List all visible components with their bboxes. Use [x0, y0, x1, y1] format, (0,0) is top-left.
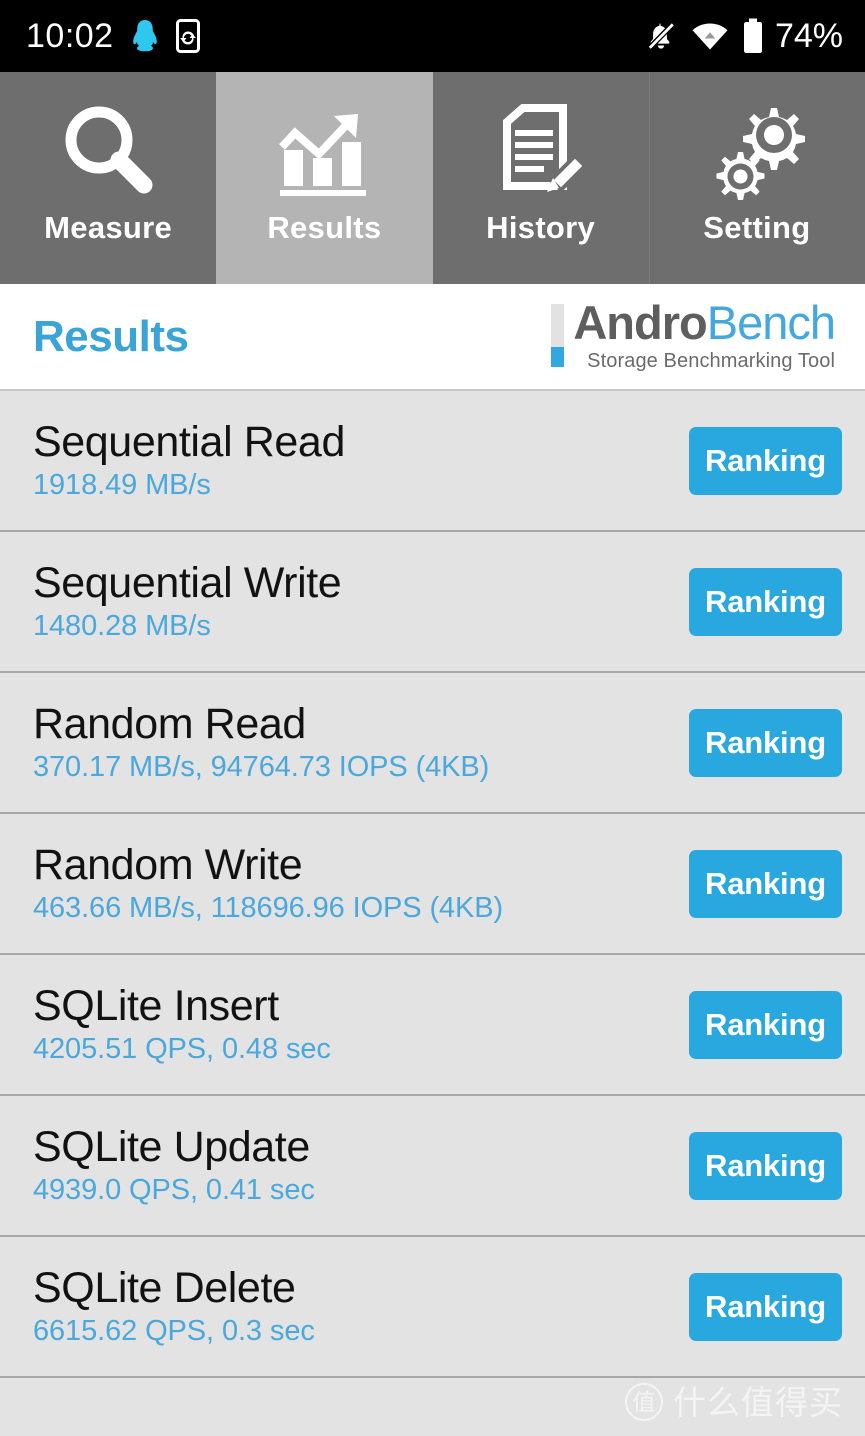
ranking-button[interactable]: Ranking	[689, 1131, 842, 1200]
gears-icon	[705, 100, 809, 204]
benchmark-value: 370.17 MB/s, 94764.73 IOPS (4KB)	[33, 751, 490, 783]
tab-measure-label: Measure	[44, 209, 173, 245]
table-row: SQLite Delete 6615.62 QPS, 0.3 sec Ranki…	[0, 1237, 865, 1378]
watermark: 值 什么值得买	[625, 1383, 843, 1421]
phone-sync-icon	[175, 19, 202, 53]
watermark-text: 什么值得买	[673, 1383, 843, 1421]
benchmark-name: SQLite Insert	[33, 982, 279, 1030]
benchmark-name: Random Read	[33, 700, 306, 748]
benchmark-name: Sequential Write	[33, 559, 342, 607]
battery-icon	[742, 18, 764, 54]
page-title: Results	[33, 311, 189, 361]
logo-bar-icon	[551, 303, 565, 368]
row-text-group: Sequential Read 1918.49 MB/s	[33, 421, 689, 500]
status-clock: 10:02	[26, 17, 114, 55]
benchmark-name: SQLite Delete	[33, 1264, 296, 1312]
row-text-group: SQLite Insert 4205.51 QPS, 0.48 sec	[33, 985, 689, 1064]
ranking-button[interactable]: Ranking	[689, 708, 842, 777]
page-header: Results AndroBench Storage Benchmarking …	[0, 284, 865, 391]
watermark-logo-icon: 值	[625, 1383, 663, 1421]
document-pencil-icon	[489, 100, 593, 204]
table-row: SQLite Insert 4205.51 QPS, 0.48 sec Rank…	[0, 955, 865, 1096]
logo-bench: Bench	[706, 295, 836, 349]
row-text-group: Sequential Write 1480.28 MB/s	[33, 562, 689, 641]
ranking-button[interactable]: Ranking	[689, 990, 842, 1059]
logo-andro: Andro	[573, 295, 707, 349]
table-row: SQLite Update 4939.0 QPS, 0.41 sec Ranki…	[0, 1096, 865, 1237]
results-list: Sequential Read 1918.49 MB/s Ranking Seq…	[0, 391, 865, 1436]
app-screen: 10:02 74% Measure Results History Settin…	[0, 0, 865, 1436]
benchmark-name: SQLite Update	[33, 1123, 310, 1171]
bar-chart-arrow-icon	[272, 100, 376, 204]
magnifier-icon	[56, 100, 160, 204]
benchmark-value: 1480.28 MB/s	[33, 610, 211, 642]
tab-bar: Measure Results History Setting	[0, 72, 865, 284]
benchmark-value: 4939.0 QPS, 0.41 sec	[33, 1174, 315, 1206]
wifi-icon	[691, 19, 729, 53]
ranking-button[interactable]: Ranking	[689, 567, 842, 636]
ranking-button[interactable]: Ranking	[689, 1272, 842, 1341]
bell-muted-icon	[644, 19, 678, 53]
table-row: Sequential Read 1918.49 MB/s Ranking	[0, 391, 865, 532]
status-bar-left: 10:02	[26, 19, 202, 53]
androbench-logo: AndroBench Storage Benchmarking Tool	[551, 299, 836, 373]
qq-penguin-icon	[130, 19, 160, 53]
row-text-group: SQLite Update 4939.0 QPS, 0.41 sec	[33, 1126, 689, 1205]
row-text-group: SQLite Delete 6615.62 QPS, 0.3 sec	[33, 1267, 689, 1346]
ranking-button[interactable]: Ranking	[689, 849, 842, 918]
tab-setting[interactable]: Setting	[648, 72, 865, 284]
benchmark-value: 463.66 MB/s, 118696.96 IOPS (4KB)	[33, 892, 504, 924]
tab-history[interactable]: History	[432, 72, 649, 284]
logo-text: AndroBench Storage Benchmarking Tool	[573, 299, 836, 373]
benchmark-value: 6615.62 QPS, 0.3 sec	[33, 1315, 315, 1347]
row-text-group: Random Read 370.17 MB/s, 94764.73 IOPS (…	[33, 703, 689, 782]
tab-results-label: Results	[267, 209, 382, 245]
tab-measure[interactable]: Measure	[0, 72, 217, 284]
benchmark-value: 1918.49 MB/s	[33, 469, 211, 501]
logo-wordmark: AndroBench	[573, 299, 836, 346]
row-text-group: Random Write 463.66 MB/s, 118696.96 IOPS…	[33, 844, 689, 923]
battery-percentage: 74%	[774, 17, 843, 55]
benchmark-value: 4205.51 QPS, 0.48 sec	[33, 1033, 331, 1065]
table-row: Random Write 463.66 MB/s, 118696.96 IOPS…	[0, 814, 865, 955]
ranking-button[interactable]: Ranking	[689, 426, 842, 495]
tab-history-label: History	[486, 209, 596, 245]
tab-results[interactable]: Results	[216, 72, 433, 284]
status-bar-right: 74%	[644, 18, 843, 54]
table-row: Sequential Write 1480.28 MB/s Ranking	[0, 532, 865, 673]
table-row: Random Read 370.17 MB/s, 94764.73 IOPS (…	[0, 673, 865, 814]
tab-setting-label: Setting	[703, 209, 811, 245]
logo-tagline: Storage Benchmarking Tool	[587, 350, 835, 373]
status-bar: 10:02 74%	[0, 0, 865, 72]
benchmark-name: Sequential Read	[33, 418, 345, 466]
benchmark-name: Random Write	[33, 841, 303, 889]
